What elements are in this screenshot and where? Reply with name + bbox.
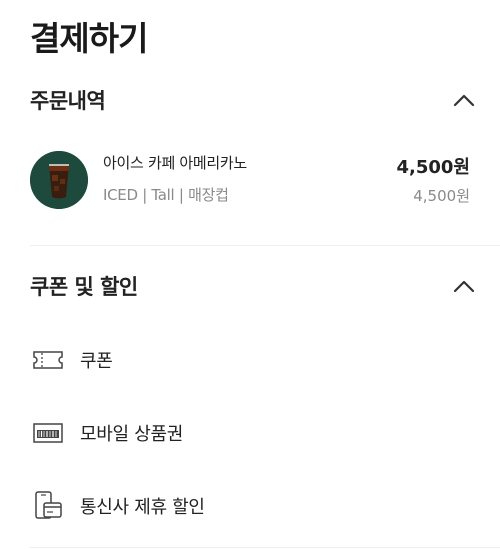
telecom-discount-option[interactable]: 통신사 제휴 할인: [30, 486, 470, 526]
chevron-up-icon[interactable]: [450, 272, 478, 300]
discount-section-header[interactable]: 쿠폰 및 할인: [30, 266, 478, 306]
page-title: 결제하기: [30, 19, 148, 58]
item-name: 아이스 카페 아메리카노: [103, 154, 247, 172]
order-section-header[interactable]: 주문내역: [30, 80, 478, 120]
divider: [30, 245, 500, 246]
coupon-label: 쿠폰: [80, 351, 113, 372]
mobile-gift-card-option[interactable]: 모바일 상품권: [30, 413, 470, 453]
telecom-discount-label: 통신사 제휴 할인: [80, 497, 205, 518]
item-options: ICED | Tall | 매장컵: [103, 186, 229, 204]
divider: [30, 547, 500, 548]
mobile-gift-card-label: 모바일 상품권: [80, 424, 183, 445]
chevron-up-icon[interactable]: [450, 86, 478, 114]
telecom-phone-card-icon: [30, 488, 66, 524]
item-price: 4,500원: [396, 157, 471, 178]
order-item: 아이스 카페 아메리카노 ICED | Tall | 매장컵 4,500원 4,…: [30, 151, 470, 211]
order-section-title: 주문내역: [30, 89, 106, 113]
item-subprice: 4,500원: [413, 187, 470, 205]
coupon-ticket-icon: [30, 342, 66, 378]
mobile-gift-card-icon: [30, 415, 66, 451]
discount-section-title: 쿠폰 및 할인: [30, 275, 138, 299]
coupon-option[interactable]: 쿠폰: [30, 340, 470, 380]
iced-americano-thumbnail: [30, 151, 88, 209]
